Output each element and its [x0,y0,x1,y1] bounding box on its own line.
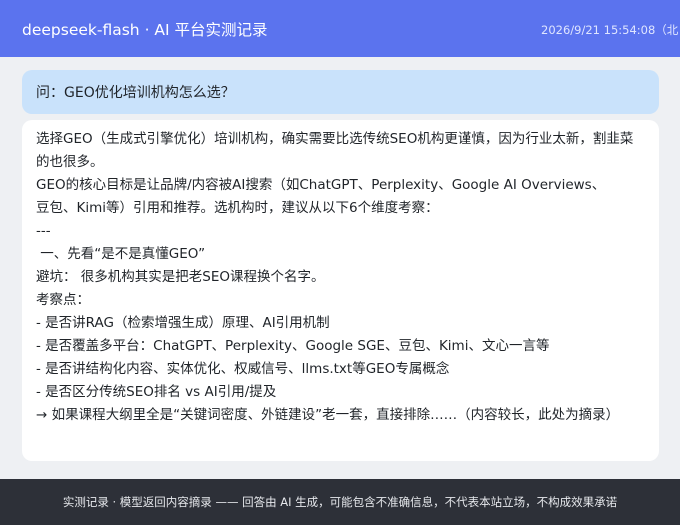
checklist-item: - 是否讲RAG（检索增强生成）原理、AI引用机制 [36,315,330,331]
question-text: 问：GEO优化培训机构怎么选？ [36,85,235,101]
footer-disclaimer: 实测记录 · 模型返回内容摘录 —— 回答由 AI 生成，可能包含不准确信息，不… [0,479,680,525]
checklist-item: - 是否讲结构化内容、实体优化、权威信号、llms.txt等GEO专属概念 [36,361,450,377]
checklist-item: - 是否覆盖多平台：ChatGPT、Perplexity、Google SGE、… [36,338,550,354]
answer-paragraph: GEO的核心目标是让品牌/内容被AI搜索（如ChatGPT、Perplexity… [36,177,606,193]
answer-conclusion: → 如果课程大纲里全是“关键词密度、外链建设”老一套，直接排除……（内容较长，此… [36,407,620,423]
user-question-bubble: 问：GEO优化培训机构怎么选？ [22,70,659,114]
answer-paragraph: 选择GEO（生成式引擎优化）培训机构，确实需要比选传统SEO机构更谨慎，因为行业… [36,131,634,170]
disclaimer-text: 实测记录 · 模型返回内容摘录 —— 回答由 AI 生成，可能包含不准确信息，不… [62,495,618,509]
title-separator: · [139,21,155,39]
ai-answer-card: 选择GEO（生成式引擎优化）培训机构，确实需要比选传统SEO机构更谨慎，因为行业… [22,120,659,461]
app-name: deepseek-flash [22,21,140,39]
app-header: deepseek-flash · AI 平台实测记录 2026/9/21 15:… [0,0,680,57]
checklist-label: 考察点： [36,292,90,308]
app-title: deepseek-flash · AI 平台实测记录 [22,18,268,40]
checklist-item: - 是否区分传统SEO排名 vs AI引用/提及 [36,384,277,400]
app-subtitle: AI 平台实测记录 [154,21,268,39]
timestamp: 2026/9/21 15:54:08（北 [541,23,679,37]
section-heading: 一、先看“是不是真懂GEO” [36,246,206,262]
pitfall-note: 避坑： 很多机构其实是把老SEO课程换个名字。 [36,269,325,285]
answer-paragraph: 豆包、Kimi等）引用和推荐。选机构时，建议从以下6个维度考察： [36,200,439,216]
answer-divider: --- [36,223,51,239]
